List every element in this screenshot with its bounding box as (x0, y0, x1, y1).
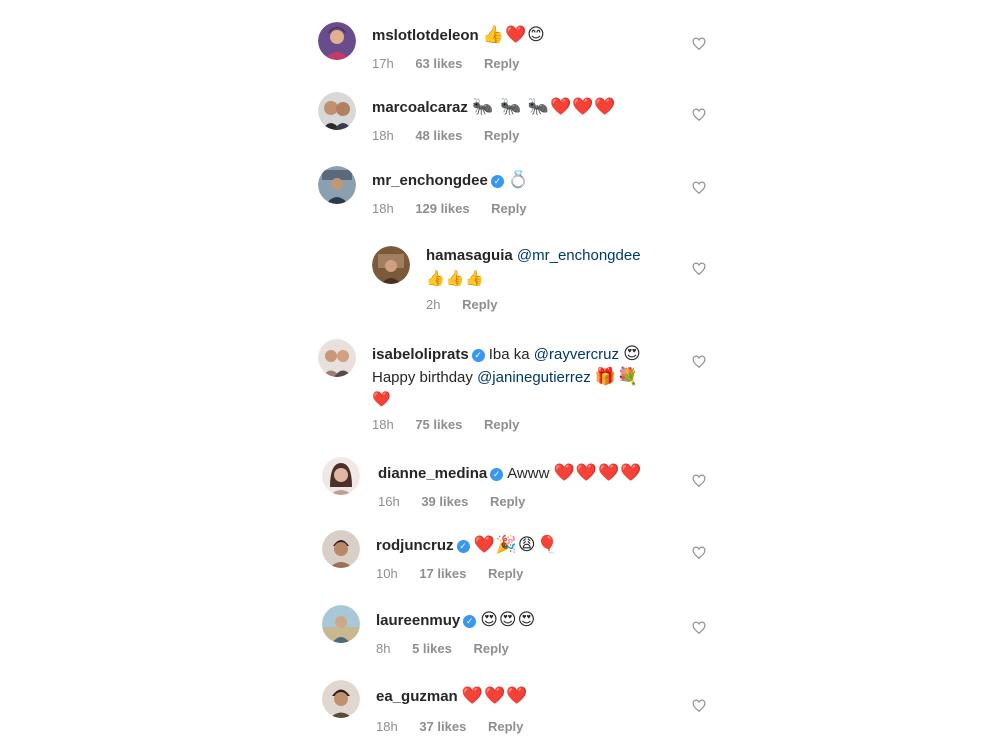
comment-line: isabeloliprats ✓ Iba ka @rayvercruz 😍 (372, 343, 642, 366)
likes-count[interactable]: 129 likes (415, 201, 469, 216)
comment-emoji: 😍 (623, 344, 642, 363)
comment-line: mr_enchongdee ✓ 💍 (372, 169, 530, 192)
comment-line: ea_guzman ❤️❤️❤️ (376, 685, 528, 708)
avatar[interactable] (322, 680, 360, 718)
comment-text: Iba ka (488, 346, 530, 363)
heart-outline-icon[interactable] (692, 474, 706, 488)
comment-emoji: 🐜 🐜 🐜❤️❤️❤️ (472, 97, 617, 116)
comment-line: hamasaguia @mr_enchongdee (426, 245, 641, 267)
verified-badge-icon: ✓ (471, 349, 485, 362)
avatar[interactable] (318, 166, 356, 204)
comment-meta: 17h 63 likes Reply (372, 56, 537, 71)
avatar[interactable] (322, 605, 360, 643)
heart-outline-icon[interactable] (692, 699, 706, 713)
timestamp: 2h (426, 297, 441, 312)
comment-meta: 18h 75 likes Reply (372, 417, 537, 432)
avatar[interactable] (318, 22, 356, 60)
comment-line: Happy birthday @janinegutierrez 🎁💐 (372, 366, 639, 389)
mention-link[interactable]: @mr_enchongdee (517, 247, 641, 264)
avatar[interactable] (318, 339, 356, 377)
mention-link[interactable]: @rayvercruz (534, 346, 619, 363)
reply-button[interactable]: Reply (491, 201, 526, 216)
timestamp: 18h (372, 417, 394, 432)
username[interactable]: hamasaguia (426, 247, 513, 264)
username[interactable]: mr_enchongdee (372, 172, 488, 189)
comment-meta: 18h 48 likes Reply (372, 128, 537, 143)
comment-meta: 16h 39 likes Reply (378, 494, 543, 509)
username[interactable]: laureenmuy (376, 612, 460, 629)
comment-emoji: 🎁💐 (594, 367, 640, 386)
username[interactable]: mslotlotdeleon (372, 27, 479, 44)
comment-emoji: ❤️❤️❤️ (461, 686, 529, 705)
comment-emoji: 👍👍👍 (426, 270, 486, 287)
reply-button[interactable]: Reply (484, 56, 519, 71)
comment-emoji: ❤️🎉😩🎈 (473, 535, 559, 554)
comment-meta: 10h 17 likes Reply (376, 566, 541, 581)
timestamp: 18h (376, 719, 398, 734)
likes-count[interactable]: 17 likes (419, 566, 466, 581)
timestamp: 18h (372, 128, 394, 143)
verified-badge-icon: ✓ (463, 615, 477, 628)
heart-outline-icon[interactable] (692, 546, 706, 560)
comment-line: laureenmuy ✓ 😍😍😍 (376, 609, 536, 632)
likes-count[interactable]: 75 likes (415, 417, 462, 432)
verified-badge-icon: ✓ (490, 175, 504, 188)
comment-line: rodjuncruz ✓ ❤️🎉😩🎈 (376, 534, 559, 557)
likes-count[interactable]: 5 likes (412, 641, 452, 656)
comment-text: Happy birthday (372, 369, 473, 386)
verified-badge-icon: ✓ (456, 540, 470, 553)
heart-outline-icon[interactable] (692, 355, 706, 369)
timestamp: 8h (376, 641, 391, 656)
reply-button[interactable]: Reply (488, 566, 523, 581)
heart-outline-icon[interactable] (692, 262, 706, 276)
avatar[interactable] (318, 92, 356, 130)
username[interactable]: rodjuncruz (376, 537, 454, 554)
avatar[interactable] (322, 457, 360, 495)
mention-link[interactable]: @janinegutierrez (477, 369, 591, 386)
timestamp: 10h (376, 566, 398, 581)
heart-outline-icon[interactable] (692, 621, 706, 635)
likes-count[interactable]: 48 likes (415, 128, 462, 143)
username[interactable]: ea_guzman (376, 688, 458, 705)
comment-meta: 18h 37 likes Reply (376, 719, 541, 734)
heart-outline-icon[interactable] (692, 181, 706, 195)
reply-button[interactable]: Reply (462, 297, 497, 312)
comment-line: dianne_medina ✓ Awww ❤️❤️❤️❤️ (378, 462, 642, 485)
comment-emoji: ❤️ (372, 391, 392, 408)
reply-button[interactable]: Reply (490, 494, 525, 509)
likes-count[interactable]: 37 likes (419, 719, 466, 734)
comment-text: Awww (507, 465, 550, 482)
heart-outline-icon[interactable] (692, 37, 706, 51)
username[interactable]: isabeloliprats (372, 346, 469, 363)
comment-meta: 2h Reply (426, 297, 516, 312)
likes-count[interactable]: 63 likes (415, 56, 462, 71)
reply-button[interactable]: Reply (488, 719, 523, 734)
comment-emoji: 👍❤️😊 (482, 25, 546, 44)
heart-outline-icon[interactable] (692, 108, 706, 122)
comment-meta: 8h 5 likes Reply (376, 641, 527, 656)
comment-line: mslotlotdeleon 👍❤️😊 (372, 24, 546, 47)
avatar[interactable] (322, 530, 360, 568)
username[interactable]: dianne_medina (378, 465, 487, 482)
reply-button[interactable]: Reply (484, 128, 519, 143)
reply-button[interactable]: Reply (473, 641, 508, 656)
comment-emoji: ❤️❤️❤️❤️ (553, 463, 643, 482)
comment-line: marcoalcaraz 🐜 🐜 🐜❤️❤️❤️ (372, 96, 617, 119)
username[interactable]: marcoalcaraz (372, 99, 468, 116)
avatar[interactable] (372, 246, 410, 284)
timestamp: 18h (372, 201, 394, 216)
reply-button[interactable]: Reply (484, 417, 519, 432)
timestamp: 17h (372, 56, 394, 71)
comment-emoji: 😍😍😍 (480, 610, 537, 629)
comment-meta: 18h 129 likes Reply (372, 201, 545, 216)
verified-badge-icon: ✓ (490, 468, 504, 481)
timestamp: 16h (378, 494, 400, 509)
comment-emoji: 💍 (507, 170, 531, 189)
likes-count[interactable]: 39 likes (421, 494, 468, 509)
